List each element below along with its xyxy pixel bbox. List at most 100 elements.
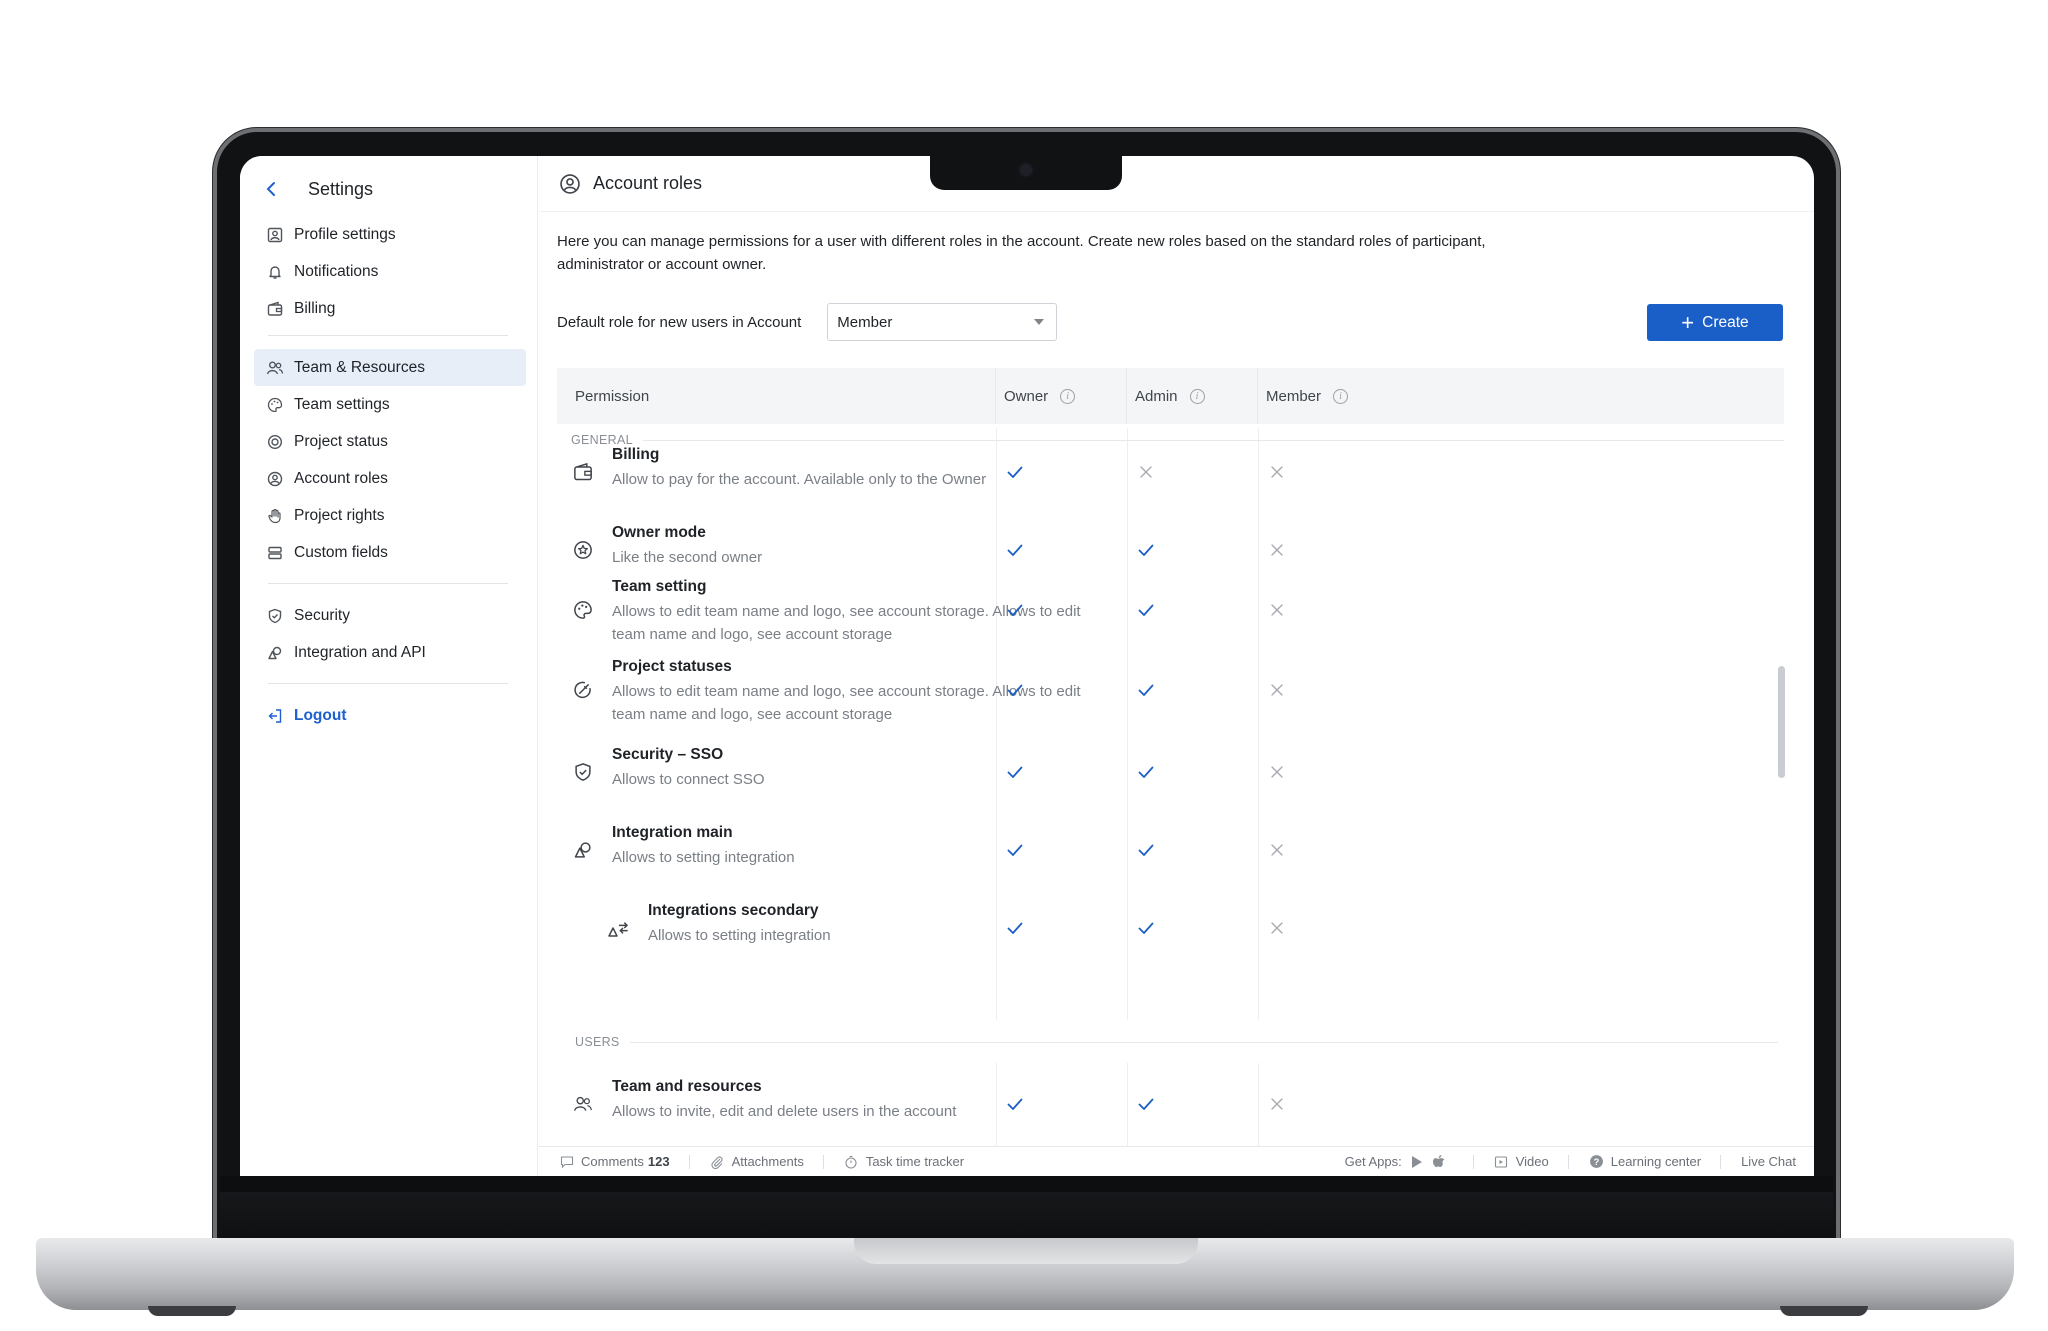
comments-count: 123 bbox=[647, 1154, 670, 1169]
permission-title: Project statuses bbox=[612, 658, 732, 675]
section-title: GENERAL bbox=[571, 433, 633, 447]
camera-icon bbox=[1020, 164, 1032, 176]
cross-icon[interactable] bbox=[1267, 600, 1287, 620]
check-icon[interactable] bbox=[1136, 918, 1156, 938]
back-arrow-icon[interactable] bbox=[260, 178, 282, 200]
shapes-icon bbox=[571, 838, 595, 862]
check-icon[interactable] bbox=[1005, 462, 1025, 482]
laptop-foot-right bbox=[1780, 1306, 1868, 1316]
sidebar-item-integration-api[interactable]: Integration and API bbox=[254, 634, 526, 671]
wallet-icon bbox=[571, 460, 595, 484]
footer-task-tracker[interactable]: Task time tracker bbox=[824, 1147, 984, 1177]
cross-icon[interactable] bbox=[1267, 918, 1287, 938]
sidebar-item-team-settings[interactable]: Team settings bbox=[254, 386, 526, 423]
check-icon[interactable] bbox=[1005, 600, 1025, 620]
wallet-icon bbox=[266, 300, 284, 318]
sidebar-item-team-resources[interactable]: Team & Resources bbox=[254, 349, 526, 386]
permission-description: Allows to edit team name and logo, see a… bbox=[612, 683, 1081, 723]
check-icon[interactable] bbox=[1136, 762, 1156, 782]
sidebar-item-profile-settings[interactable]: Profile settings bbox=[254, 216, 526, 253]
check-icon[interactable] bbox=[1136, 840, 1156, 860]
permission-row: Integrations secondary Allows to setting … bbox=[557, 902, 1784, 962]
sidebar-item-custom-fields[interactable]: Custom fields bbox=[254, 534, 526, 571]
permission-row: Owner mode Like the second owner bbox=[557, 524, 1784, 584]
sidebar-item-label: Integration and API bbox=[294, 643, 426, 661]
users-icon bbox=[571, 1092, 595, 1116]
sidebar-item-project-rights[interactable]: Project rights bbox=[254, 497, 526, 534]
shield-check-icon bbox=[571, 760, 595, 784]
permission-description: Allows to edit team name and logo, see a… bbox=[612, 603, 1081, 643]
permission-title: Integration main bbox=[612, 824, 733, 841]
check-icon[interactable] bbox=[1005, 540, 1025, 560]
default-role-select[interactable]: Member bbox=[827, 303, 1058, 341]
info-icon[interactable]: i bbox=[1189, 388, 1205, 404]
check-icon[interactable] bbox=[1136, 1094, 1156, 1114]
logout-label: Logout bbox=[294, 706, 347, 724]
section-title: USERS bbox=[575, 1035, 620, 1049]
table-header: Permission Owner i Admin i Member i bbox=[557, 368, 1784, 424]
info-icon[interactable]: i bbox=[1333, 388, 1349, 404]
logout-link[interactable]: Logout bbox=[254, 697, 526, 734]
video-icon bbox=[1494, 1154, 1509, 1169]
sidebar-item-security[interactable]: Security bbox=[254, 597, 526, 634]
sidebar-item-billing[interactable]: Billing bbox=[254, 290, 526, 327]
scrollbar-thumb[interactable] bbox=[1778, 666, 1785, 778]
sidebar-item-notifications[interactable]: Notifications bbox=[254, 253, 526, 290]
stopwatch-icon bbox=[844, 1154, 859, 1169]
cross-icon[interactable] bbox=[1267, 540, 1287, 560]
sidebar-header: Settings bbox=[260, 172, 373, 206]
sidebar-item-label: Profile settings bbox=[294, 225, 396, 243]
info-icon[interactable]: i bbox=[1060, 388, 1076, 404]
sidebar-divider bbox=[268, 583, 508, 584]
sidebar-item-label: Billing bbox=[294, 299, 336, 317]
cross-icon[interactable] bbox=[1267, 1094, 1287, 1114]
plus-icon: + bbox=[1681, 309, 1695, 335]
column-header-owner: Owner i bbox=[996, 368, 1127, 424]
sidebar-item-account-roles[interactable]: Account roles bbox=[254, 460, 526, 497]
column-header-permission: Permission bbox=[557, 368, 996, 424]
check-icon[interactable] bbox=[1005, 680, 1025, 700]
check-icon[interactable] bbox=[1136, 540, 1156, 560]
cross-icon[interactable] bbox=[1267, 840, 1287, 860]
user-circle-icon bbox=[559, 173, 581, 195]
column-header-admin: Admin i bbox=[1127, 368, 1258, 424]
cross-icon[interactable] bbox=[1267, 462, 1287, 482]
check-icon[interactable] bbox=[1005, 762, 1025, 782]
cross-icon[interactable] bbox=[1267, 680, 1287, 700]
play-store-icon[interactable] bbox=[1410, 1154, 1425, 1169]
attachments-label: Attachments bbox=[731, 1154, 804, 1169]
sidebar-item-project-status[interactable]: Project status bbox=[254, 423, 526, 460]
footer-video[interactable]: Video bbox=[1474, 1147, 1569, 1177]
learning-label: Learning center bbox=[1610, 1154, 1702, 1169]
create-button[interactable]: + Create bbox=[1647, 304, 1783, 341]
footer-comments[interactable]: Comments 123 bbox=[539, 1147, 690, 1177]
video-label: Video bbox=[1515, 1154, 1549, 1169]
default-role-label: Default role for new users in Account bbox=[557, 313, 802, 331]
check-icon[interactable] bbox=[1136, 600, 1156, 620]
check-icon[interactable] bbox=[1005, 918, 1025, 938]
check-icon[interactable] bbox=[1005, 1094, 1025, 1114]
laptop-lip bbox=[854, 1238, 1198, 1264]
create-button-label: Create bbox=[1702, 313, 1749, 331]
star-circle-icon bbox=[571, 538, 595, 562]
cross-icon[interactable] bbox=[1136, 462, 1156, 482]
column-label: Admin bbox=[1135, 387, 1178, 405]
svg-text:?: ? bbox=[1593, 1157, 1599, 1168]
permission-description: Allows to setting integration bbox=[612, 849, 795, 866]
footer-learning-center[interactable]: ? Learning center bbox=[1569, 1147, 1722, 1177]
cross-icon[interactable] bbox=[1267, 762, 1287, 782]
permission-title: Team setting bbox=[612, 578, 707, 595]
check-icon[interactable] bbox=[1136, 680, 1156, 700]
sidebar-item-label: Project status bbox=[294, 432, 388, 450]
footer-live-chat[interactable]: Live Chat bbox=[1721, 1147, 1814, 1177]
sidebar-divider bbox=[268, 683, 508, 684]
check-icon[interactable] bbox=[1005, 840, 1025, 860]
permission-row: Team setting Allows to edit team name and… bbox=[557, 578, 1784, 654]
permission-title: Billing bbox=[612, 446, 660, 463]
footer-attachments[interactable]: Attachments bbox=[690, 1147, 825, 1177]
column-label: Owner bbox=[1004, 387, 1049, 405]
paperclip-icon bbox=[710, 1154, 725, 1169]
apple-icon[interactable] bbox=[1432, 1154, 1447, 1169]
help-icon: ? bbox=[1589, 1154, 1604, 1169]
column-label: Member bbox=[1266, 387, 1322, 405]
